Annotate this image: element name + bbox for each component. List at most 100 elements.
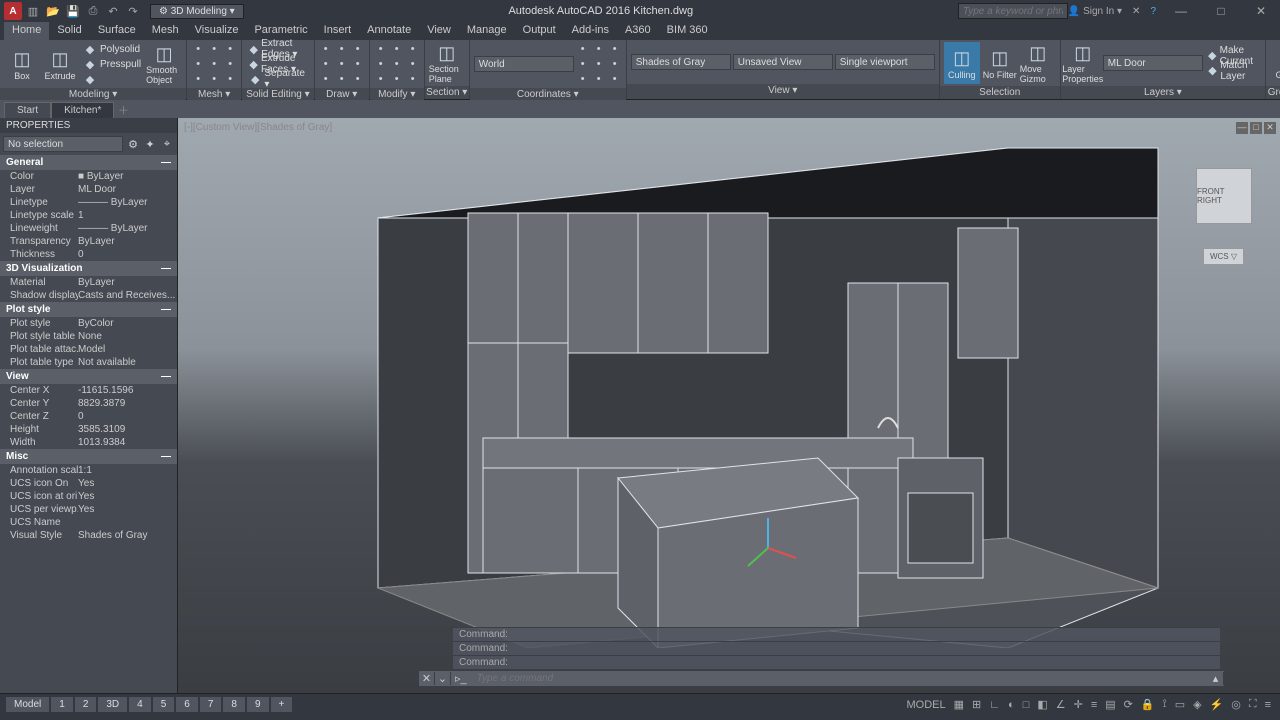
layout-tab[interactable]: 9	[247, 697, 269, 712]
vp-min-icon[interactable]: —	[1236, 122, 1248, 134]
property-row[interactable]: Color■ ByLayer	[0, 170, 177, 183]
ribbon-panel-label[interactable]: Section ▾	[425, 86, 469, 99]
layout-tab[interactable]: 5	[153, 697, 175, 712]
file-tab[interactable]: Start	[4, 102, 51, 118]
ribbon-tab-view[interactable]: View	[419, 22, 459, 40]
ribbon-icon[interactable]: •	[351, 57, 365, 71]
property-category[interactable]: View—	[0, 369, 177, 384]
ribbon-button[interactable]: ◫Section Plane	[429, 42, 465, 84]
ribbon-button[interactable]: ◫Move Gizmo	[1020, 42, 1056, 84]
ribbon-icon[interactable]: •	[374, 57, 388, 71]
ribbon-icon[interactable]: •	[592, 72, 606, 86]
vp-max-icon[interactable]: □	[1250, 122, 1262, 134]
property-row[interactable]: UCS icon OnYes	[0, 477, 177, 490]
help-icon[interactable]: ?	[1150, 6, 1156, 17]
cmdline-close-icon[interactable]: ✕	[419, 672, 435, 685]
customize-icon[interactable]: ≡	[1262, 699, 1274, 711]
property-row[interactable]: Lineweight——— ByLayer	[0, 222, 177, 235]
command-line[interactable]: ✕ ⌄ ▹_ ▴	[418, 670, 1225, 687]
ribbon-icon[interactable]: •	[576, 42, 590, 56]
ribbon-tab-insert[interactable]: Insert	[316, 22, 360, 40]
cleanscreen-icon[interactable]: ⛶	[1246, 698, 1260, 711]
ribbon-button[interactable]: ◫Layer Properties	[1065, 42, 1101, 84]
ribbon-icon[interactable]: •	[390, 57, 404, 71]
quickselect-icon[interactable]: ⚙	[126, 137, 140, 151]
ribbon-panel-label[interactable]: Groups ▾	[1266, 86, 1280, 99]
ribbon-icon[interactable]: •	[406, 72, 420, 86]
units-icon[interactable]: ⟟	[1160, 698, 1170, 711]
ribbon-icon[interactable]: •	[608, 72, 622, 86]
viewport-label[interactable]: [-][Custom View][Shades of Gray]	[184, 122, 332, 133]
ribbon-button[interactable]: ◫Group	[1270, 42, 1280, 84]
property-row[interactable]: TransparencyByLayer	[0, 235, 177, 248]
vp-close-icon[interactable]: ✕	[1264, 122, 1276, 134]
ribbon-combo[interactable]: ML Door	[1103, 55, 1203, 71]
property-row[interactable]: Linetype——— ByLayer	[0, 196, 177, 209]
ribbon-icon[interactable]: •	[406, 57, 420, 71]
annomon-icon[interactable]: 🔒	[1138, 698, 1158, 711]
exchange-icon[interactable]: ✕	[1132, 6, 1140, 17]
ribbon-tab-mesh[interactable]: Mesh	[144, 22, 187, 40]
ribbon-icon[interactable]: •	[592, 42, 606, 56]
save-icon[interactable]: 💾	[64, 2, 82, 20]
ribbon-icon[interactable]: •	[390, 42, 404, 56]
transp-icon[interactable]: ▤	[1102, 698, 1118, 711]
property-category[interactable]: Plot style—	[0, 302, 177, 317]
ribbon-icon[interactable]: •	[374, 42, 388, 56]
snap-icon[interactable]: ⊞	[969, 698, 984, 711]
ribbon-icon[interactable]: •	[223, 57, 237, 71]
property-row[interactable]: Linetype scale1	[0, 209, 177, 222]
grid-icon[interactable]: ▦	[951, 698, 967, 711]
dyn-icon[interactable]: ✛	[1071, 698, 1086, 711]
ribbon-combo[interactable]: World	[474, 56, 574, 72]
ribbon-panel-label[interactable]: Draw ▾	[315, 88, 369, 100]
cycling-icon[interactable]: ⟳	[1121, 698, 1136, 711]
ribbon-icon[interactable]: •	[223, 42, 237, 56]
drawing-viewport[interactable]: [-][Custom View][Shades of Gray] — □ ✕ F…	[178, 118, 1280, 693]
cmdline-up-icon[interactable]: ▴	[1208, 672, 1224, 685]
property-row[interactable]: Plot styleByColor	[0, 317, 177, 330]
layout-tab[interactable]: 8	[223, 697, 245, 712]
otrack-icon[interactable]: ∠	[1053, 698, 1069, 711]
ribbon-panel-label[interactable]: Modeling ▾	[0, 88, 186, 100]
redo-icon[interactable]: ↷	[124, 2, 142, 20]
new-icon[interactable]: ▥	[24, 2, 42, 20]
ribbon-button[interactable]: ◫Culling	[944, 42, 980, 84]
property-row[interactable]: Plot style tableNone	[0, 330, 177, 343]
ribbon-panel-label[interactable]: View ▾	[627, 84, 939, 99]
layout-tab[interactable]: 4	[129, 697, 151, 712]
property-row[interactable]: Center Y8829.3879	[0, 397, 177, 410]
ribbon-combo[interactable]: Shades of Gray	[631, 54, 731, 70]
ribbon-icon[interactable]: •	[390, 72, 404, 86]
3dosnap-icon[interactable]: ◧	[1034, 698, 1050, 711]
undo-icon[interactable]: ↶	[104, 2, 122, 20]
workspace-switcher[interactable]: ⚙ 3D Modeling ▾	[150, 4, 244, 19]
ribbon-small-button[interactable]: ◆	[80, 72, 144, 86]
ribbon-icon[interactable]: •	[191, 42, 205, 56]
wcs-indicator[interactable]: WCS ▽	[1203, 248, 1244, 265]
ribbon-icon[interactable]: •	[207, 72, 221, 86]
new-tab-button[interactable]: ＋	[114, 102, 132, 118]
cmdline-opts-icon[interactable]: ⌄	[435, 672, 451, 685]
property-row[interactable]: LayerML Door	[0, 183, 177, 196]
ribbon-tab-annotate[interactable]: Annotate	[359, 22, 419, 40]
ortho-icon[interactable]: ∟	[986, 699, 1003, 711]
ribbon-tab-visualize[interactable]: Visualize	[187, 22, 247, 40]
minimize-button[interactable]: —	[1166, 4, 1196, 18]
layout-tab[interactable]: 7	[200, 697, 222, 712]
property-row[interactable]: Shadow displayCasts and Receives...	[0, 289, 177, 302]
command-input[interactable]	[471, 673, 1208, 684]
ribbon-icon[interactable]: •	[406, 42, 420, 56]
quickprops-icon[interactable]: ▭	[1172, 698, 1188, 711]
ribbon-icon[interactable]: •	[608, 42, 622, 56]
ribbon-icon[interactable]: •	[351, 42, 365, 56]
property-row[interactable]: UCS per viewp...Yes	[0, 503, 177, 516]
layout-tab[interactable]: +	[271, 697, 293, 712]
open-icon[interactable]: 📂	[44, 2, 62, 20]
ribbon-panel-label[interactable]: Selection	[940, 86, 1060, 99]
ribbon-icon[interactable]: •	[335, 72, 349, 86]
property-row[interactable]: Center X-11615.1596	[0, 384, 177, 397]
close-button[interactable]: ✕	[1246, 4, 1276, 18]
ribbon-icon[interactable]: •	[319, 42, 333, 56]
modelspace-label[interactable]: MODEL	[904, 699, 949, 711]
